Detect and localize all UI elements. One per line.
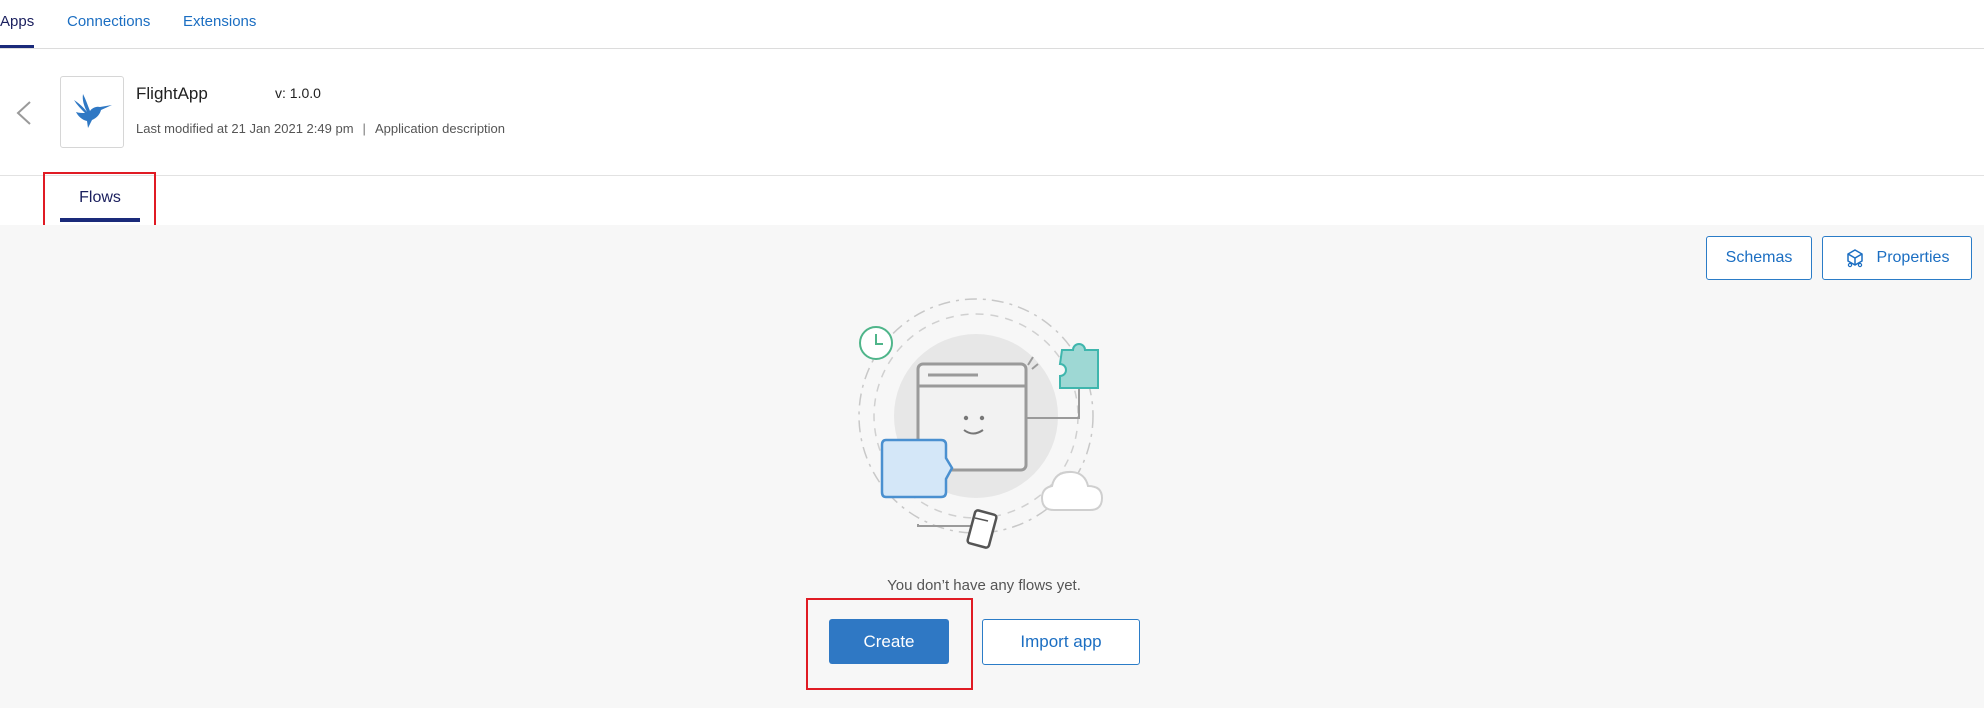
empty-state-message: You don’t have any flows yet. — [887, 577, 1081, 594]
phone-icon — [966, 509, 998, 549]
clock-icon — [859, 326, 893, 360]
tab-connections[interactable]: Connections — [67, 0, 150, 48]
cloud-icon — [1040, 470, 1104, 511]
properties-label: Properties — [1876, 249, 1950, 266]
back-button[interactable] — [10, 96, 38, 130]
schemas-button[interactable]: Schemas — [1706, 236, 1812, 280]
hummingbird-icon — [74, 94, 112, 128]
create-button[interactable]: Create — [829, 619, 949, 664]
package-icon — [1845, 248, 1865, 268]
tab-apps[interactable]: Apps — [0, 0, 35, 48]
app-description: Application description — [374, 121, 506, 136]
app-meta: Last modified at 21 Jan 2021 2:49 pm | App… — [136, 121, 505, 136]
tab-flows[interactable]: Flows — [60, 175, 140, 222]
import-app-button[interactable]: Import app — [982, 619, 1140, 665]
properties-button[interactable]: Properties — [1822, 236, 1972, 280]
app-version: v: 1.0.0 — [275, 85, 321, 101]
app-name: FlightApp — [136, 84, 208, 103]
meta-separator: | — [362, 121, 366, 136]
chevron-left-icon — [16, 101, 31, 125]
tag-icon — [880, 438, 954, 499]
app-header — [0, 49, 1984, 175]
last-modified: Last modified at 21 Jan 2021 2:49 pm — [136, 121, 354, 136]
top-nav: Apps Connections Extensions — [0, 0, 1984, 49]
puzzle-icon — [1058, 343, 1099, 389]
empty-state-illustration — [852, 298, 1120, 558]
sub-tabs — [0, 175, 1984, 226]
tab-extensions[interactable]: Extensions — [183, 0, 256, 48]
app-logo — [60, 76, 124, 148]
